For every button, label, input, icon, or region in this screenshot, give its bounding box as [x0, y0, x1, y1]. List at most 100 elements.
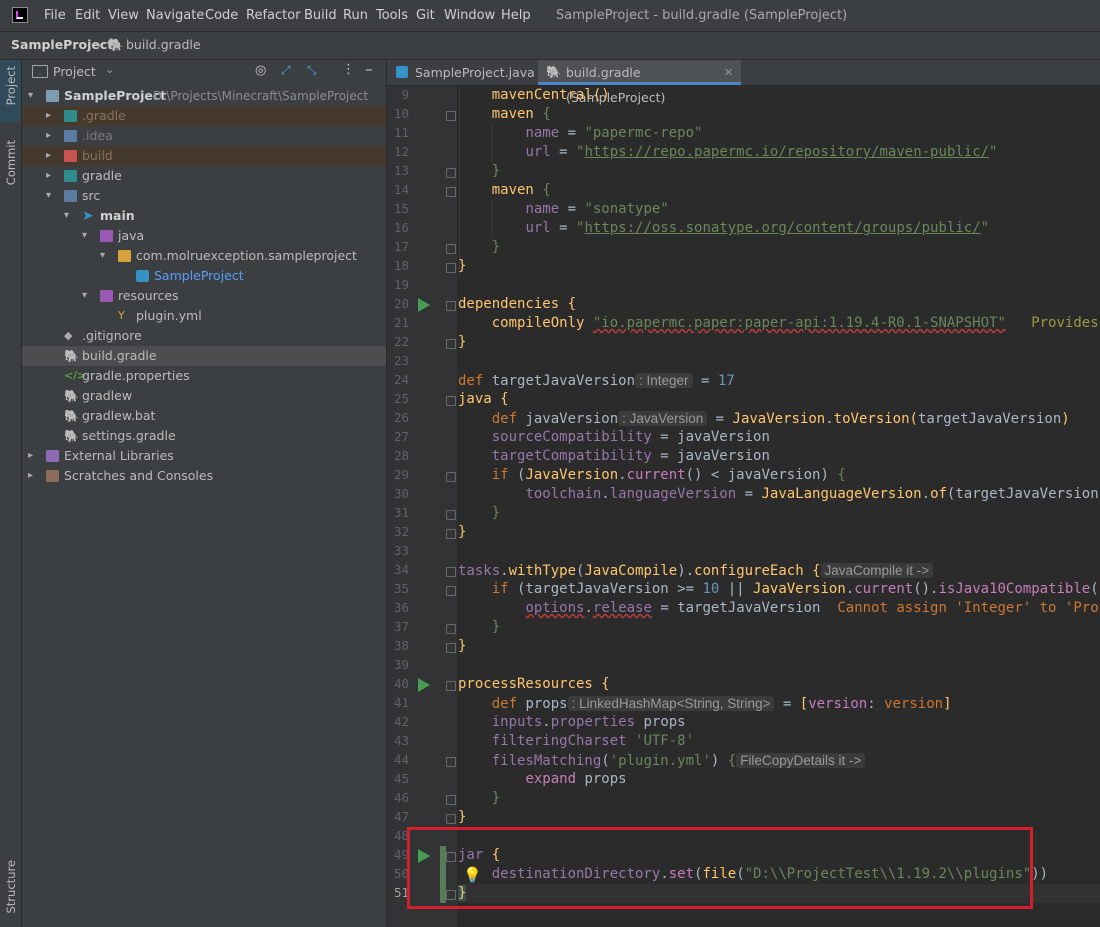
tree-item-external-libraries[interactable]: ▸ External Libraries — [22, 446, 386, 466]
target-locate-icon[interactable]: ◎ — [255, 63, 266, 78]
fold-marker-icon[interactable] — [446, 396, 456, 406]
gradle-file-icon: 🐘 — [546, 65, 561, 79]
menu-help[interactable]: Help — [501, 8, 531, 23]
chevron-down-icon[interactable]: ⌄ — [105, 63, 114, 76]
fold-marker-icon[interactable] — [446, 472, 456, 482]
tree-item-java[interactable]: ▾ java — [22, 226, 386, 246]
tree-item-package[interactable]: ▾ com.molruexception.sampleproject — [22, 246, 386, 266]
fold-marker-icon[interactable] — [446, 111, 456, 121]
code-line-13: } — [491, 163, 501, 179]
chevron-right-icon[interactable]: ▸ — [46, 126, 56, 146]
excluded-folder-icon — [64, 150, 77, 162]
tree-item-gradlew[interactable]: 🐘 gradlew — [22, 386, 386, 406]
collapse-all-icon[interactable]: ⤡ — [307, 63, 317, 78]
run-gutter-icon[interactable] — [418, 298, 430, 312]
chevron-down-icon[interactable]: ▾ — [64, 206, 74, 226]
chevron-right-icon[interactable]: ▸ — [28, 446, 38, 466]
menu-build[interactable]: Build — [304, 8, 337, 23]
tree-item-sampleproject-class[interactable]: SampleProject — [22, 266, 386, 286]
breadcrumb-file[interactable]: build.gradle — [126, 37, 201, 52]
menu-view[interactable]: View — [108, 8, 139, 23]
structure-tool-tab[interactable]: Structure — [0, 860, 21, 922]
highlight-box — [407, 827, 1033, 909]
tree-label: SampleProject — [64, 88, 167, 103]
fold-marker-icon[interactable] — [446, 814, 456, 824]
fold-marker-icon[interactable] — [446, 586, 456, 596]
chevron-down-icon[interactable]: ▾ — [28, 86, 38, 106]
commit-tool-tab[interactable]: Commit — [0, 136, 21, 198]
code-line-42: inputs.properties props — [491, 714, 686, 730]
tree-item-build[interactable]: ▸ build — [22, 146, 386, 166]
line-number: 19 — [393, 277, 409, 292]
fold-marker-icon[interactable] — [446, 301, 456, 311]
tree-item-dotgradle[interactable]: ▸ .gradle — [22, 106, 386, 126]
code-area[interactable]: mavenCentral() maven { name = "papermc-r… — [458, 86, 1100, 927]
fold-marker-icon[interactable] — [446, 168, 456, 178]
tree-item-main[interactable]: ▾ ➤ main — [22, 206, 386, 226]
tree-item-gitignore[interactable]: ◆ .gitignore — [22, 326, 386, 346]
close-icon[interactable]: ✕ — [724, 60, 733, 85]
menu-tools[interactable]: Tools — [376, 8, 408, 23]
lambda-hint: JavaCompile it -> — [820, 563, 934, 578]
tree-item-resources[interactable]: ▾ resources — [22, 286, 386, 306]
chevron-down-icon[interactable]: ▾ — [100, 246, 110, 266]
run-gutter-icon[interactable] — [418, 678, 430, 692]
menu-code[interactable]: Code — [205, 8, 238, 23]
line-number: 40 — [393, 676, 409, 691]
fold-marker-icon[interactable] — [446, 795, 456, 805]
inspection-note: Provides tra — [1031, 315, 1099, 331]
chevron-right-icon[interactable]: ▸ — [46, 146, 56, 166]
line-number: 32 — [393, 524, 409, 539]
fold-marker-icon[interactable] — [446, 529, 456, 539]
tree-item-idea[interactable]: ▸ .idea — [22, 126, 386, 146]
chevron-down-icon[interactable]: ▾ — [46, 186, 56, 206]
intellij-logo-icon[interactable] — [12, 7, 28, 23]
tree-label: build — [82, 148, 113, 163]
menu-run[interactable]: Run — [343, 8, 368, 23]
tree-item-plugin-yml[interactable]: Y plugin.yml — [22, 306, 386, 326]
tree-item-gradlew-bat[interactable]: 🐘 gradlew.bat — [22, 406, 386, 426]
chevron-right-icon[interactable]: ▸ — [46, 106, 56, 126]
line-number: 47 — [393, 809, 409, 824]
tree-item-src[interactable]: ▾ src — [22, 186, 386, 206]
fold-marker-icon[interactable] — [446, 510, 456, 520]
tab-sampleproject-java[interactable]: SampleProject.java — [387, 60, 536, 85]
menu-window[interactable]: Window — [444, 8, 495, 23]
minimize-icon[interactable]: – — [365, 60, 373, 78]
menu-edit[interactable]: Edit — [75, 8, 100, 23]
more-options-icon[interactable]: ⋮ — [342, 62, 355, 77]
window-title: SampleProject - build.gradle (SampleProj… — [556, 8, 848, 23]
tree-item-scratches[interactable]: ▸ Scratches and Consoles — [22, 466, 386, 486]
tab-build-gradle[interactable]: 🐘 build.gradle (SampleProject) ✕ — [538, 60, 741, 105]
chevron-right-icon[interactable]: ▸ — [46, 166, 56, 186]
menu-git[interactable]: Git — [416, 8, 435, 23]
chevron-down-icon[interactable]: ▾ — [82, 226, 92, 246]
expand-all-icon[interactable]: ⤢ — [281, 63, 291, 78]
menu-navigate[interactable]: Navigate — [146, 8, 204, 23]
tree-item-gradle-properties[interactable]: </> gradle.properties — [22, 366, 386, 386]
fold-marker-icon[interactable] — [446, 187, 456, 197]
project-tool-tab[interactable]: Project — [0, 60, 21, 122]
tree-item-settings-gradle[interactable]: 🐘 settings.gradle — [22, 426, 386, 446]
fold-marker-icon[interactable] — [446, 681, 456, 691]
structure-tool-label: Structure — [4, 860, 18, 914]
chevron-down-icon[interactable]: ▾ — [82, 286, 92, 306]
gradle-file-icon: 🐘 — [64, 349, 79, 363]
chevron-right-icon[interactable]: ▸ — [28, 466, 38, 486]
tree-item-sampleproject[interactable]: ▾ SampleProject D:\Projects\Minecraft\Sa… — [22, 86, 386, 106]
code-line-27: sourceCompatibility = javaVersion — [491, 429, 770, 445]
fold-marker-icon[interactable] — [446, 339, 456, 349]
fold-marker-icon[interactable] — [446, 643, 456, 653]
project-view-selector[interactable]: Project — [53, 64, 96, 79]
tree-item-build-gradle[interactable]: 🐘 build.gradle — [22, 346, 386, 366]
fold-marker-icon[interactable] — [446, 757, 456, 767]
menu-bar: File Edit View Navigate Code Refactor Bu… — [0, 0, 1100, 32]
folder-icon — [64, 190, 77, 202]
fold-marker-icon[interactable] — [446, 567, 456, 577]
tree-item-gradle[interactable]: ▸ gradle — [22, 166, 386, 186]
fold-marker-icon[interactable] — [446, 263, 456, 273]
menu-file[interactable]: File — [44, 8, 66, 23]
menu-refactor[interactable]: Refactor — [246, 8, 301, 23]
fold-marker-icon[interactable] — [446, 244, 456, 254]
fold-marker-icon[interactable] — [446, 624, 456, 634]
